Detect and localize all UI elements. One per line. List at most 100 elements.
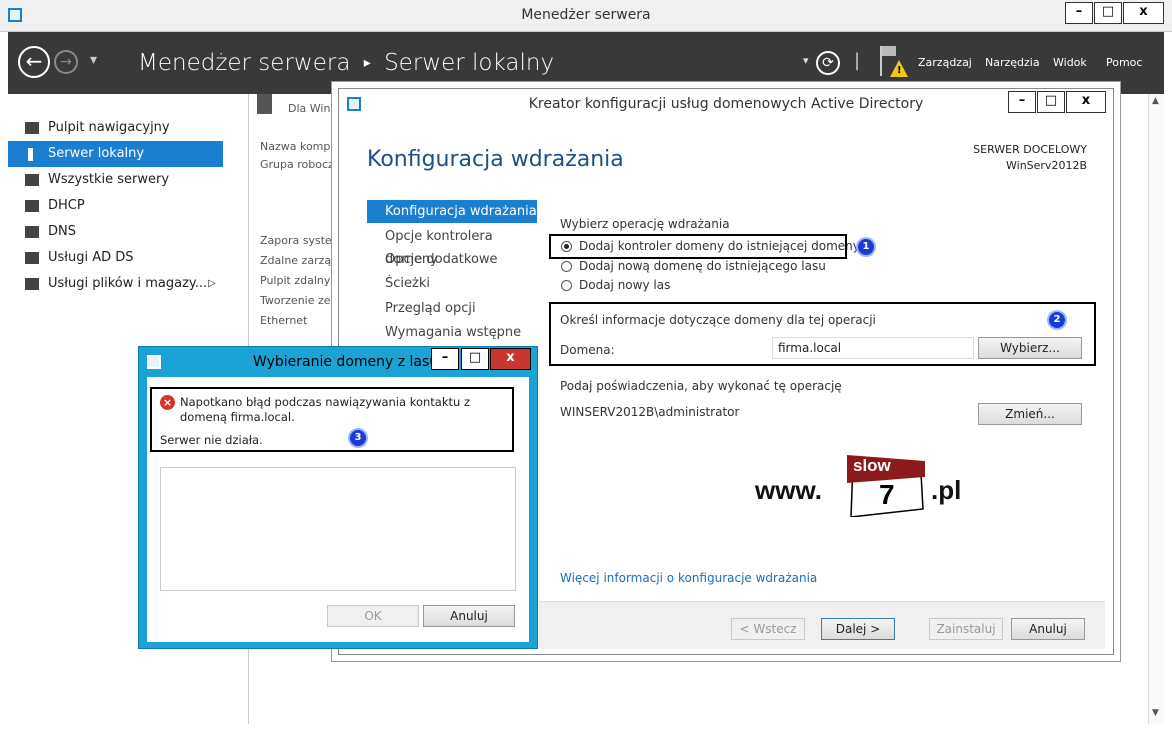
error-message: Napotkano błąd podczas nawiązywania kont… <box>180 395 470 424</box>
dialog-body: 3 × Napotkano błąd podczas nawiązywania … <box>147 377 529 642</box>
wizard-nav-dc-options[interactable]: Opcje kontrolera domeny <box>367 225 537 267</box>
menu-narzedzia[interactable]: Narzędzia <box>985 56 1040 69</box>
credentials-value: WINSERV2012B\administrator <box>560 405 740 419</box>
sidebar-item-label: Usługi AD DS <box>48 250 134 265</box>
refresh-icon[interactable]: ⟳ <box>816 51 840 75</box>
sidebar-item-label: DHCP <box>48 198 85 213</box>
annotation-badge-3: 3 <box>350 430 366 446</box>
minimize-button[interactable]: – <box>1065 2 1093 24</box>
wizard-footer: < Wstecz Dalej > Zainstaluj Anuluj <box>539 601 1105 649</box>
dialog-title: Wybieranie domeny z lasu <box>253 354 439 370</box>
menu-zarzadzaj[interactable]: Zarządzaj <box>918 56 972 69</box>
breadcrumb-app[interactable]: Menedżer serwera <box>138 50 350 76</box>
sidebar-item-label: Usługi plików i magazy... <box>48 276 208 291</box>
bg-prop: Grupa robocza <box>260 158 341 171</box>
option-new-domain-label[interactable]: Dodaj nową domenę do istniejącego lasu <box>579 259 826 273</box>
domain-info-label: Określ informacje dotyczące domeny dla t… <box>560 313 876 327</box>
bg-prop: Tworzenie zesp <box>260 294 344 307</box>
operation-label: Wybierz operację wdrażania <box>560 217 730 231</box>
scroll-up-icon[interactable]: ▲ <box>1152 96 1159 106</box>
history-dropdown-icon[interactable]: ▾ <box>90 52 97 68</box>
server-icon <box>28 148 33 161</box>
scroll-down-icon[interactable]: ▼ <box>1152 708 1159 718</box>
dialog-close-button[interactable]: x <box>490 348 531 370</box>
expand-arrow-icon[interactable]: ▷ <box>208 271 216 297</box>
back-button[interactable]: < Wstecz <box>731 618 805 640</box>
sidebar-item-all-servers[interactable]: Wszystkie serwery <box>8 167 223 193</box>
dialog-cancel-button[interactable]: Anuluj <box>423 605 515 627</box>
logo-seven: 7 <box>879 479 895 510</box>
menu-pomoc[interactable]: Pomoc <box>1106 56 1142 69</box>
bg-prop: Pulpit zdalny <box>260 274 331 287</box>
wizard-maximize-button[interactable]: □ <box>1037 91 1065 113</box>
credentials-label: Podaj poświadczenia, aby wykonać tę oper… <box>560 379 842 393</box>
breadcrumb-separator: ▸ <box>363 55 371 71</box>
logo-badge: slow 7 <box>847 455 927 518</box>
file-services-icon <box>25 278 39 290</box>
install-button[interactable]: Zainstaluj <box>929 618 1003 640</box>
radio-new-forest[interactable] <box>561 280 572 291</box>
bg-dla-label: Dla WinS <box>288 102 338 115</box>
annotation-badge-1: 1 <box>858 239 874 255</box>
sidebar-item-local-server[interactable]: Serwer lokalny <box>8 141 223 167</box>
sidebar-item-file-services[interactable]: Usługi plików i magazy... ▷ <box>8 271 223 297</box>
ok-button[interactable]: OK <box>327 605 419 627</box>
wizard-title-bar: Kreator konfiguracji usług domenowych Ac… <box>339 89 1113 119</box>
error-icon: × <box>160 395 175 410</box>
radio-new-domain[interactable] <box>561 261 572 272</box>
wizard-heading: Konfiguracja wdrażania <box>367 147 624 172</box>
change-credentials-button[interactable]: Zmień... <box>978 403 1082 425</box>
wizard-nav-deployment[interactable]: Konfiguracja wdrażania <box>367 200 537 223</box>
logo-slow: slow <box>853 456 891 475</box>
dns-icon <box>25 226 39 238</box>
servers-icon <box>25 174 39 186</box>
sidebar-item-ad-ds[interactable]: Usługi AD DS <box>8 245 223 271</box>
sidebar-item-label: Pulpit nawigacyjny <box>48 120 170 135</box>
sidebar-item-label: Serwer lokalny <box>48 146 145 161</box>
error-detail: Serwer nie działa. <box>160 433 263 447</box>
menu-widok[interactable]: Widok <box>1053 56 1087 69</box>
sidebar-item-dhcp[interactable]: DHCP <box>8 193 223 219</box>
dashboard-icon <box>25 122 39 134</box>
refresh-dropdown-icon[interactable]: ▾ <box>803 54 809 67</box>
wizard-nav-prerequisites[interactable]: Wymagania wstępne <box>367 321 537 344</box>
wizard-title: Kreator konfiguracji usług domenowych Ac… <box>528 96 924 112</box>
flag-warning-icon[interactable]: ! <box>878 46 910 80</box>
logo-www: www. <box>755 475 822 505</box>
domain-input[interactable]: firma.local <box>772 337 974 359</box>
bg-prop: Ethernet <box>260 314 308 327</box>
wizard-nav-additional-options[interactable]: Opcje dodatkowe <box>367 248 537 271</box>
main-title-bar: Menedżer serwera – □ x <box>0 0 1172 32</box>
annotation-badge-2: 2 <box>1049 312 1065 328</box>
vertical-scrollbar[interactable]: ▲ ▼ <box>1148 94 1164 724</box>
select-domain-button[interactable]: Wybierz... <box>978 337 1082 359</box>
maximize-button[interactable]: □ <box>1094 2 1122 24</box>
separator: | <box>854 50 861 71</box>
domain-list[interactable] <box>160 467 516 591</box>
wizard-minimize-button[interactable]: – <box>1008 91 1036 113</box>
dialog-maximize-button[interactable]: □ <box>461 348 489 370</box>
next-button[interactable]: Dalej > <box>821 618 895 640</box>
wizard-nav-paths[interactable]: Ścieżki <box>367 272 537 295</box>
sidebar-item-dns[interactable]: DNS <box>8 219 223 245</box>
close-button[interactable]: x <box>1123 2 1164 24</box>
cancel-button[interactable]: Anuluj <box>1011 618 1085 640</box>
bg-prop: Zdalne zarządz <box>260 254 344 267</box>
bg-prop: Nazwa komput <box>260 140 342 153</box>
option-new-forest-label[interactable]: Dodaj nowy las <box>579 278 670 292</box>
wizard-nav-review[interactable]: Przegląd opcji <box>367 297 537 320</box>
bg-prop: Zapora system <box>260 234 343 247</box>
dialog-minimize-button[interactable]: – <box>431 348 459 370</box>
wizard-close-button[interactable]: x <box>1066 91 1106 113</box>
target-server-label: SERWER DOCELOWY <box>973 143 1087 156</box>
forward-arrow-icon[interactable]: → <box>54 50 78 74</box>
dhcp-icon <box>25 200 39 212</box>
back-arrow-icon[interactable]: ← <box>18 46 50 78</box>
annotation-box-1 <box>549 234 847 259</box>
ad-ds-icon <box>25 252 39 264</box>
domain-label: Domena: <box>560 343 615 357</box>
dialog-app-icon <box>147 355 161 369</box>
sidebar-item-dashboard[interactable]: Pulpit nawigacyjny <box>8 115 223 141</box>
breadcrumb-page: Serwer lokalny <box>384 50 555 76</box>
more-info-link[interactable]: Więcej informacji o konfiguracje wdrażan… <box>560 571 817 585</box>
